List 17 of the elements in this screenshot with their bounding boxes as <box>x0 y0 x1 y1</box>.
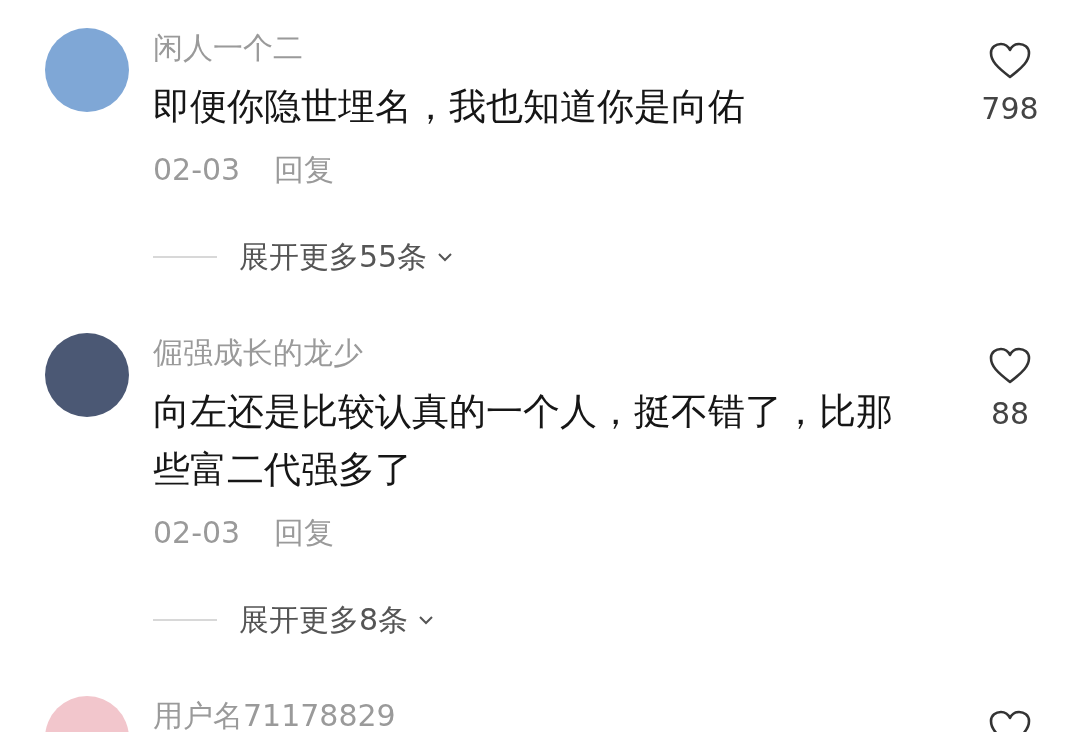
like-count: 798 <box>981 90 1039 128</box>
username[interactable]: 用户名71178829 <box>153 696 923 732</box>
username[interactable]: 闲人一个二 <box>153 28 923 68</box>
username[interactable]: 倔强成长的龙少 <box>153 333 923 373</box>
reply-button[interactable]: 回复 <box>274 513 335 553</box>
comment-text: 即便你隐世埋名，我也知道你是向佑 <box>153 84 746 130</box>
expand-replies-button[interactable]: 展开更多55条 <box>239 237 454 277</box>
comment-date: 02-03 <box>153 151 241 189</box>
comment-date: 02-03 <box>153 514 241 552</box>
reply-button[interactable]: 回复 <box>274 150 335 190</box>
like-count: 88 <box>990 395 1030 433</box>
comment-text: 向左还是比较认真的一个人，挺不错了，比那些富二代强多了 <box>153 389 894 493</box>
heart-icon[interactable] <box>989 347 1031 385</box>
chevron-down-icon <box>437 252 454 262</box>
expand-replies-button[interactable]: 展开更多8条 <box>239 600 435 640</box>
chevron-down-icon <box>418 615 435 625</box>
heart-icon[interactable] <box>989 42 1031 80</box>
